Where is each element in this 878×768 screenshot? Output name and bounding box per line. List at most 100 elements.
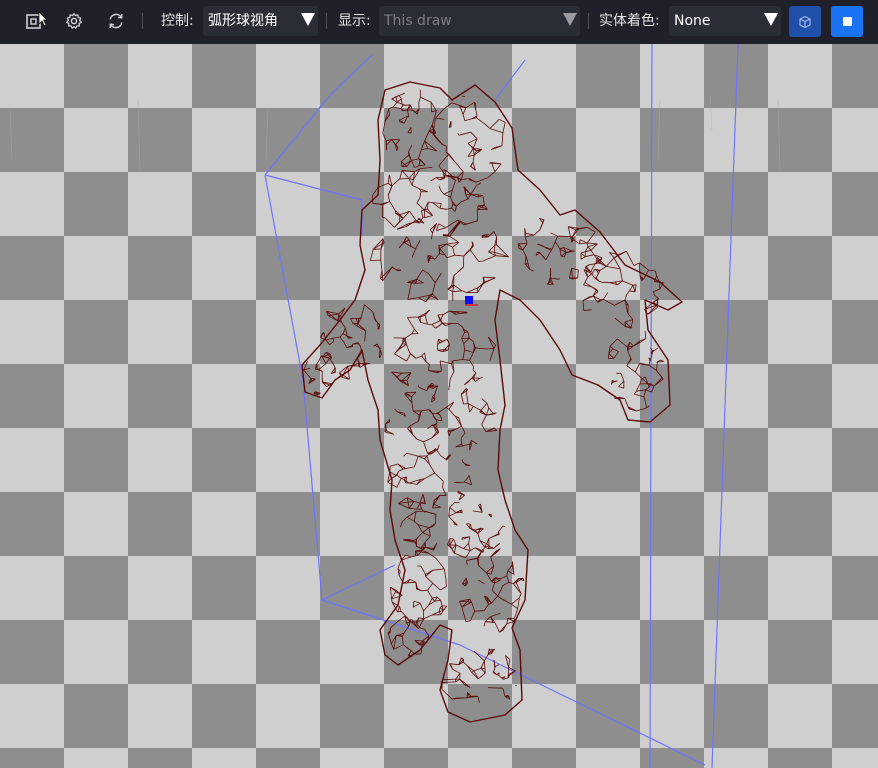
- mesh-edge: [428, 273, 436, 283]
- mesh-edge: [481, 414, 487, 425]
- mesh-edge: [601, 281, 611, 284]
- mesh-edge: [439, 203, 442, 209]
- mesh-edge: [406, 109, 410, 117]
- mesh-edge: [452, 290, 463, 293]
- mesh-edge: [634, 363, 641, 373]
- mesh-edge: [463, 661, 468, 667]
- solid-shading-dropdown[interactable]: None: [669, 6, 781, 36]
- mesh-edge: [610, 345, 613, 349]
- mesh-edge: [658, 282, 661, 290]
- mesh-edge: [559, 247, 564, 250]
- mesh-edge: [488, 536, 493, 539]
- mesh-edge: [418, 385, 420, 388]
- display-mode-dropdown[interactable]: This draw: [379, 6, 580, 36]
- mesh-edge: [648, 364, 657, 371]
- mesh-edge: [411, 179, 414, 186]
- mesh-edge: [500, 575, 507, 580]
- mesh-edge: [408, 145, 413, 152]
- refresh-icon[interactable]: [103, 8, 129, 34]
- mesh-edge: [501, 585, 503, 590]
- mesh-edge: [589, 295, 594, 298]
- mesh-edge: [424, 472, 435, 480]
- mesh-edge: [392, 102, 398, 108]
- mesh-edge: [449, 502, 456, 508]
- solid-toggle-button[interactable]: [831, 6, 863, 37]
- mesh-edge: [438, 185, 442, 191]
- mesh-edge: [627, 313, 634, 320]
- mesh-edge: [482, 195, 485, 206]
- mesh-edge: [360, 304, 365, 319]
- mesh-edge: [412, 601, 415, 608]
- mesh-edge: [474, 102, 477, 110]
- mesh-edge: [409, 352, 411, 355]
- mesh-edge: [418, 97, 421, 103]
- mesh-edge: [498, 675, 502, 679]
- export-frame-icon[interactable]: [22, 8, 48, 34]
- mesh-edge: [441, 143, 447, 147]
- mesh-edge: [441, 681, 456, 683]
- control-mode-dropdown[interactable]: 弧形球视角: [203, 6, 318, 36]
- mesh-edge: [398, 92, 405, 96]
- mesh-edge: [400, 161, 403, 167]
- mesh-edge: [420, 96, 432, 103]
- mesh-edge: [633, 393, 645, 398]
- mesh-edge: [491, 595, 499, 604]
- mesh-edge: [382, 132, 387, 142]
- mesh-edge: [465, 102, 475, 109]
- mesh-edge: [347, 366, 350, 380]
- mesh-edge: [462, 114, 466, 121]
- mesh-edge: [390, 587, 392, 599]
- mesh-edge: [391, 474, 398, 479]
- mesh-edge: [339, 336, 345, 343]
- mesh-edge: [461, 459, 464, 463]
- mesh-edge: [396, 101, 403, 105]
- gear-icon[interactable]: [61, 8, 87, 34]
- wireframe-toggle-button[interactable]: [789, 6, 821, 37]
- mesh-edge: [416, 438, 424, 443]
- mesh-edge: [437, 140, 443, 145]
- mesh-edge: [480, 660, 485, 669]
- mesh-edge: [395, 95, 400, 97]
- mesh-edge: [613, 351, 619, 359]
- mesh-edge: [624, 294, 627, 301]
- mesh-edge: [626, 358, 632, 366]
- mesh-edge: [412, 602, 421, 608]
- mesh-edge: [380, 260, 383, 271]
- mesh-edge: [422, 269, 429, 274]
- mesh-edge: [459, 131, 471, 136]
- viewport-canvas[interactable]: [0, 44, 878, 768]
- mesh-edge: [653, 291, 655, 296]
- mesh-edge: [550, 232, 558, 237]
- mesh-edge: [424, 535, 431, 543]
- mesh-edge: [463, 223, 467, 226]
- mesh-edge: [418, 158, 421, 160]
- mesh-edge: [438, 153, 450, 167]
- mesh-edge: [438, 165, 446, 176]
- mesh-edge: [419, 501, 425, 504]
- mesh-edge: [434, 600, 441, 602]
- mesh-edge: [525, 255, 529, 265]
- mesh-edge: [482, 255, 496, 262]
- display-mode-value: This draw: [384, 13, 452, 29]
- display-mode-label: 显示:: [338, 13, 371, 29]
- mesh-edge: [632, 285, 636, 292]
- mesh-edge: [489, 348, 495, 361]
- mesh-edge: [407, 425, 411, 429]
- mesh-edge: [470, 440, 478, 445]
- mesh-edge: [364, 304, 373, 313]
- mesh-edge: [636, 407, 647, 412]
- 3d-viewport[interactable]: [0, 44, 878, 768]
- mesh-edge: [425, 361, 430, 365]
- mesh-edge: [461, 481, 465, 484]
- mesh-edge: [622, 280, 634, 286]
- mesh-edge: [428, 526, 433, 529]
- mesh-edge: [420, 645, 423, 654]
- mesh-edge: [497, 525, 504, 533]
- mesh-edge: [415, 282, 424, 284]
- mesh-edge: [421, 352, 425, 357]
- mesh-edge: [636, 389, 646, 392]
- mesh-edge: [502, 525, 506, 528]
- mesh-edge: [387, 185, 393, 196]
- mesh-edge: [377, 182, 389, 188]
- mesh-edge: [420, 167, 433, 169]
